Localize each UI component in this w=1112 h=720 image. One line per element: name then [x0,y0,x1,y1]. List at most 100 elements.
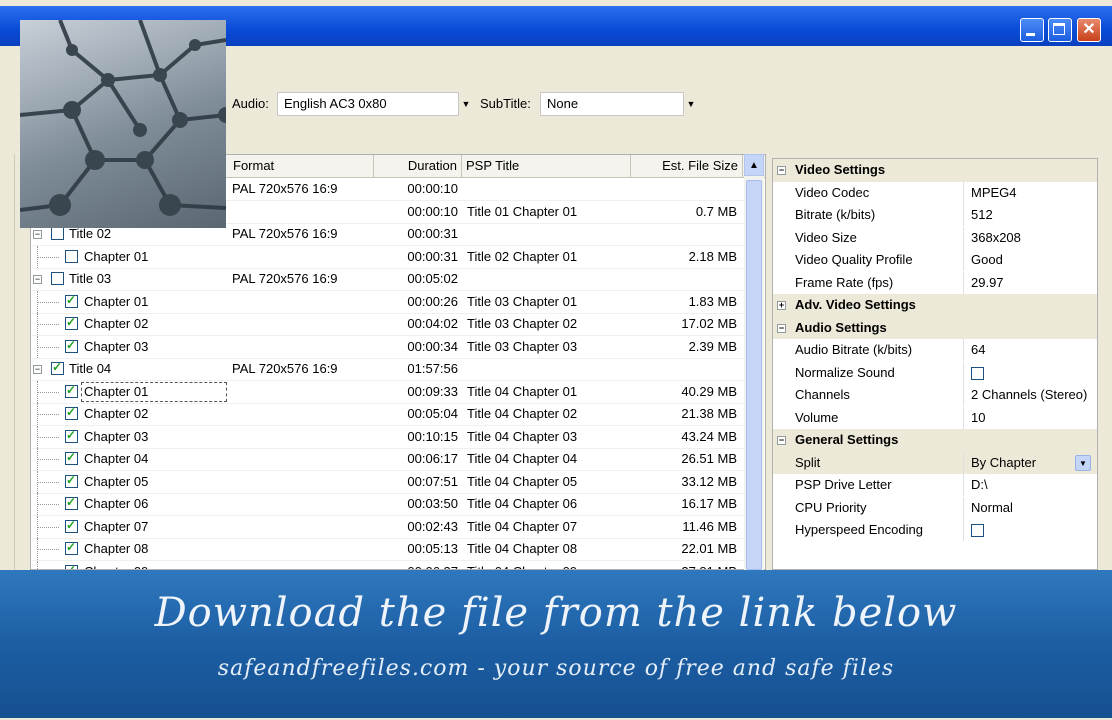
property-row[interactable]: Volume 10 [773,406,1097,430]
row-checkbox[interactable] [65,450,78,465]
property-row[interactable]: Audio Bitrate (k/bits) 64 [773,339,1097,362]
grid-chapter-row[interactable]: Chapter 09 00:06:37 Title 04 Chapter 0927.… [31,560,751,569]
property-checkbox[interactable] [971,524,984,537]
property-value[interactable]: 29.97 [971,272,1004,294]
property-group[interactable]: − Audio Settings [773,316,1097,339]
row-duration: 00:02:43 [407,518,458,534]
property-group[interactable]: − General Settings [773,429,1097,452]
row-name: Chapter 05 [84,473,149,489]
property-checkbox[interactable] [971,366,984,380]
minimize-button[interactable] [1020,18,1044,42]
molecule-image [20,20,226,216]
property-value[interactable]: 368x208 [971,227,1021,249]
maximize-button[interactable] [1048,18,1072,42]
property-value[interactable]: By Chapter [971,452,1036,474]
row-name: Chapter 02 [84,406,149,421]
row-checkbox[interactable] [51,360,64,375]
grid-chapter-row[interactable]: Chapter 03 00:10:15 Title 04 Chapter 03 43.… [31,425,751,449]
grid-chapter-row[interactable]: Chapter 06 00:03:50 Title 04 Chapter 06 16.… [31,493,751,516]
collapse-icon[interactable]: − [777,166,786,175]
row-checkbox[interactable] [65,383,78,398]
row-format [232,246,372,268]
property-row[interactable]: Video Quality Profile Good [773,249,1097,272]
row-duration: 00:06:17 [407,451,458,466]
property-row[interactable]: Split By Chapter ▼ [773,451,1097,474]
property-group[interactable]: + Adv. Video Settings [773,294,1097,317]
subtitle-select[interactable]: None ▼ [540,92,695,116]
property-value[interactable]: 64 [971,339,985,361]
property-value[interactable]: Normal [971,497,1013,519]
property-value[interactable]: 512 [971,204,993,226]
row-duration: 00:10:15 [407,428,458,444]
row-checkbox[interactable] [65,495,78,510]
property-value[interactable]: D:\ [971,474,988,496]
audio-select-value: English AC3 0x80 [284,96,387,111]
property-row[interactable]: CPU Priority Normal [773,496,1097,520]
collapse-icon[interactable]: − [777,323,786,333]
row-psp-title: Title 03 Chapter 03 [467,338,578,354]
property-row[interactable]: Hyperspeed Encoding [773,519,1097,542]
property-row[interactable]: Video Codec MPEG4 [773,181,1097,205]
collapse-icon[interactable]: − [33,365,42,374]
row-checkbox[interactable] [65,405,78,420]
row-size: 2.39 MB [688,338,737,354]
grid-chapter-row[interactable]: Chapter 07 00:02:43 Title 04 Chapter 07 11.… [31,515,751,539]
row-checkbox[interactable] [51,227,64,240]
row-format [232,471,372,493]
property-row[interactable]: PSP Drive Letter D:\ [773,474,1097,497]
grid-scrollbar[interactable]: ▲ [744,154,764,570]
row-format [232,313,372,335]
property-row[interactable]: Frame Rate (fps) 29.97 [773,271,1097,295]
row-checkbox[interactable] [65,540,78,555]
property-value[interactable]: 2 Channels (Stereo) [971,384,1087,406]
chevron-down-icon[interactable]: ▼ [460,93,472,115]
row-checkbox[interactable] [65,249,78,263]
close-button[interactable]: ✕ [1077,18,1101,42]
property-row[interactable]: Channels 2 Channels (Stereo) [773,384,1097,407]
column-header-duration[interactable]: Duration [374,155,462,177]
column-header-format[interactable]: Format [229,155,374,177]
tree-line [37,324,59,325]
property-row[interactable]: Normalize Sound [773,361,1097,385]
chevron-down-icon[interactable]: ▼ [1075,454,1091,471]
row-checkbox[interactable] [65,315,78,330]
tree-line [37,346,59,348]
grid-chapter-row[interactable]: Chapter 08 00:05:13 Title 04 Chapter 08 22.… [31,538,751,561]
row-checkbox[interactable] [65,428,78,443]
row-duration: 00:00:10 [407,203,458,219]
collapse-icon[interactable]: − [33,275,42,284]
scroll-up-button[interactable]: ▲ [744,154,764,176]
grid-chapter-row[interactable]: Chapter 0100:09:33Title 04 Chapter 0140.… [31,380,751,404]
row-checkbox[interactable] [51,272,64,285]
property-value[interactable]: MPEG4 [971,182,1017,204]
chevron-down-icon[interactable]: ▼ [685,93,697,115]
property-group[interactable]: − Video Settings [773,159,1097,182]
property-row[interactable]: Bitrate (k/bits) 512 [773,204,1097,227]
collapse-icon[interactable]: − [33,230,42,239]
collapse-icon[interactable]: − [777,436,786,445]
audio-select[interactable]: English AC3 0x80 ▼ [277,92,470,116]
row-format: PAL 720x576 16:9 [232,271,338,286]
scroll-thumb[interactable] [746,180,762,570]
grid-title-row[interactable]: − Title 04 PAL 720x576 16:9 01:57:56 [31,358,751,381]
property-value[interactable]: 10 [971,407,985,429]
property-row[interactable]: Video Size 368x208 [773,226,1097,250]
grid-chapter-row[interactable]: Chapter 02 00:04:02 Title 03 Chapter 02 17.… [31,313,751,336]
column-header-size[interactable]: Est. File Size [631,155,743,177]
row-checkbox[interactable] [65,338,78,353]
grid-chapter-row[interactable]: Chapter 01 00:00:26 Title 03 Chapter 01 1.8… [31,290,751,314]
row-checkbox[interactable] [65,473,78,488]
property-divider [963,384,964,406]
grid-chapter-row[interactable]: Chapter 04 00:06:17 Title 04 Chapter 04 26.… [31,448,751,471]
grid-title-row[interactable]: − Title 03 PAL 720x576 16:9 00:05:02 [31,268,751,291]
grid-chapter-row[interactable]: Chapter 03 00:00:34 Title 03 Chapter 03 2.3… [31,335,751,359]
grid-chapter-row[interactable]: Chapter 02 00:05:04 Title 04 Chapter 02 21.… [31,403,751,426]
grid-chapter-row[interactable]: Chapter 05 00:07:51 Title 04 Chapter 05 33.… [31,470,751,494]
grid-chapter-row[interactable]: Chapter 01 00:00:31 Title 02 Chapter 01 2.1… [31,245,751,269]
column-header-psp-title[interactable]: PSP Title [462,155,631,177]
expand-icon[interactable]: + [777,301,786,310]
row-checkbox[interactable] [65,518,78,533]
property-value[interactable]: Good [971,249,1003,271]
property-divider [963,519,964,541]
row-checkbox[interactable] [65,293,78,308]
